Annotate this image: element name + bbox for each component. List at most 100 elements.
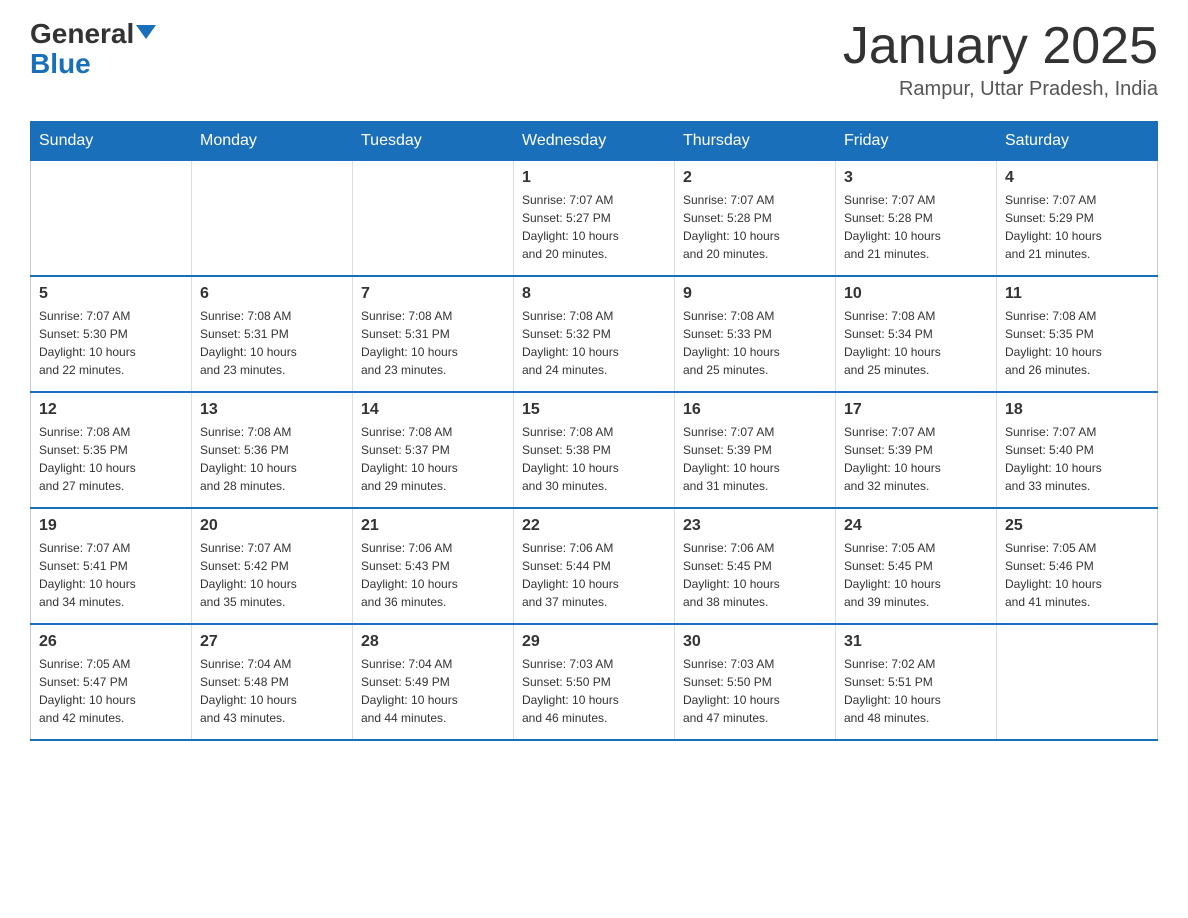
calendar-cell: 19 Sunrise: 7:07 AM Sunset: 5:41 PM Dayli… (31, 508, 192, 624)
calendar-cell: 15Sunrise: 7:08 AM Sunset: 5:38 PM Dayli… (514, 392, 675, 508)
day-number: 25 (1005, 517, 1149, 535)
day-info: Sunrise: 7:06 AM Sunset: 5:44 PM Dayligh… (522, 539, 666, 611)
day-number: 3 (844, 169, 988, 187)
day-number: 29 (522, 633, 666, 651)
day-info: Sunrise: 7:06 AM Sunset: 5:43 PM Dayligh… (361, 539, 505, 611)
day-number: 20 (200, 517, 344, 535)
day-info: Sunrise: 7:04 AM Sunset: 5:48 PM Dayligh… (200, 655, 344, 727)
day-info: Sunrise: 7:03 AM Sunset: 5:50 PM Dayligh… (683, 655, 827, 727)
calendar-header-tuesday: Tuesday (353, 122, 514, 161)
calendar-cell: 29 Sunrise: 7:03 AM Sunset: 5:50 PM Dayli… (514, 624, 675, 740)
day-info: Sunrise: 7:08 AM Sunset: 5:34 PM Dayligh… (844, 307, 988, 379)
day-number: 9 (683, 285, 827, 303)
calendar-cell: 7Sunrise: 7:08 AM Sunset: 5:31 PM Daylig… (353, 276, 514, 392)
day-info: Sunrise: 7:07 AM Sunset: 5:39 PM Dayligh… (844, 423, 988, 495)
calendar-header-wednesday: Wednesday (514, 122, 675, 161)
calendar-cell: 3 Sunrise: 7:07 AM Sunset: 5:28 PM Daylig… (836, 161, 997, 277)
calendar-header-monday: Monday (192, 122, 353, 161)
calendar-cell (31, 161, 192, 277)
logo-triangle-icon (136, 25, 156, 39)
calendar-cell: 27 Sunrise: 7:04 AM Sunset: 5:48 PM Dayli… (192, 624, 353, 740)
calendar-cell: 12 Sunrise: 7:08 AM Sunset: 5:35 PM Dayli… (31, 392, 192, 508)
calendar-cell: 23 Sunrise: 7:06 AM Sunset: 5:45 PM Dayli… (675, 508, 836, 624)
calendar-cell: 5Sunrise: 7:07 AM Sunset: 5:30 PM Daylig… (31, 276, 192, 392)
day-number: 8 (522, 285, 666, 303)
day-info: Sunrise: 7:05 AM Sunset: 5:46 PM Dayligh… (1005, 539, 1149, 611)
calendar-header-saturday: Saturday (997, 122, 1158, 161)
logo: General Blue (30, 20, 156, 78)
day-info: Sunrise: 7:06 AM Sunset: 5:45 PM Dayligh… (683, 539, 827, 611)
calendar-cell: 31Sunrise: 7:02 AM Sunset: 5:51 PM Dayli… (836, 624, 997, 740)
calendar-cell: 11 Sunrise: 7:08 AM Sunset: 5:35 PM Dayli… (997, 276, 1158, 392)
calendar-cell: 24 Sunrise: 7:05 AM Sunset: 5:45 PM Dayli… (836, 508, 997, 624)
day-number: 11 (1005, 285, 1149, 303)
location-text: Rampur, Uttar Pradesh, India (843, 78, 1158, 101)
day-info: Sunrise: 7:08 AM Sunset: 5:35 PM Dayligh… (39, 423, 183, 495)
day-number: 28 (361, 633, 505, 651)
day-info: Sunrise: 7:05 AM Sunset: 5:45 PM Dayligh… (844, 539, 988, 611)
day-number: 10 (844, 285, 988, 303)
day-info: Sunrise: 7:08 AM Sunset: 5:35 PM Dayligh… (1005, 307, 1149, 379)
calendar-cell: 8 Sunrise: 7:08 AM Sunset: 5:32 PM Daylig… (514, 276, 675, 392)
calendar-cell (353, 161, 514, 277)
day-number: 26 (39, 633, 183, 651)
calendar-cell: 9 Sunrise: 7:08 AM Sunset: 5:33 PM Daylig… (675, 276, 836, 392)
day-info: Sunrise: 7:07 AM Sunset: 5:30 PM Dayligh… (39, 307, 183, 379)
calendar-cell: 18Sunrise: 7:07 AM Sunset: 5:40 PM Dayli… (997, 392, 1158, 508)
day-info: Sunrise: 7:07 AM Sunset: 5:27 PM Dayligh… (522, 191, 666, 263)
calendar-header-sunday: Sunday (31, 122, 192, 161)
calendar-header-thursday: Thursday (675, 122, 836, 161)
day-info: Sunrise: 7:05 AM Sunset: 5:47 PM Dayligh… (39, 655, 183, 727)
day-number: 1 (522, 169, 666, 187)
calendar-cell: 25 Sunrise: 7:05 AM Sunset: 5:46 PM Dayli… (997, 508, 1158, 624)
calendar-cell: 4 Sunrise: 7:07 AM Sunset: 5:29 PM Daylig… (997, 161, 1158, 277)
calendar-cell: 6Sunrise: 7:08 AM Sunset: 5:31 PM Daylig… (192, 276, 353, 392)
calendar-cell: 20 Sunrise: 7:07 AM Sunset: 5:42 PM Dayli… (192, 508, 353, 624)
calendar-cell: 1 Sunrise: 7:07 AM Sunset: 5:27 PM Daylig… (514, 161, 675, 277)
day-info: Sunrise: 7:03 AM Sunset: 5:50 PM Dayligh… (522, 655, 666, 727)
calendar-cell: 21Sunrise: 7:06 AM Sunset: 5:43 PM Dayli… (353, 508, 514, 624)
calendar-header-friday: Friday (836, 122, 997, 161)
calendar-cell: 10 Sunrise: 7:08 AM Sunset: 5:34 PM Dayli… (836, 276, 997, 392)
day-number: 14 (361, 401, 505, 419)
title-section: January 2025 Rampur, Uttar Pradesh, Indi… (843, 20, 1158, 101)
logo-blue-text: Blue (30, 50, 91, 78)
calendar-week-3: 12 Sunrise: 7:08 AM Sunset: 5:35 PM Dayli… (31, 392, 1158, 508)
day-info: Sunrise: 7:02 AM Sunset: 5:51 PM Dayligh… (844, 655, 988, 727)
calendar-cell: 14Sunrise: 7:08 AM Sunset: 5:37 PM Dayli… (353, 392, 514, 508)
day-info: Sunrise: 7:08 AM Sunset: 5:36 PM Dayligh… (200, 423, 344, 495)
day-number: 30 (683, 633, 827, 651)
day-info: Sunrise: 7:07 AM Sunset: 5:29 PM Dayligh… (1005, 191, 1149, 263)
calendar-table: SundayMondayTuesdayWednesdayThursdayFrid… (30, 121, 1158, 741)
day-info: Sunrise: 7:08 AM Sunset: 5:32 PM Dayligh… (522, 307, 666, 379)
day-info: Sunrise: 7:07 AM Sunset: 5:42 PM Dayligh… (200, 539, 344, 611)
calendar-cell: 26 Sunrise: 7:05 AM Sunset: 5:47 PM Dayli… (31, 624, 192, 740)
calendar-week-5: 26 Sunrise: 7:05 AM Sunset: 5:47 PM Dayli… (31, 624, 1158, 740)
day-number: 23 (683, 517, 827, 535)
calendar-cell: 16Sunrise: 7:07 AM Sunset: 5:39 PM Dayli… (675, 392, 836, 508)
day-info: Sunrise: 7:07 AM Sunset: 5:41 PM Dayligh… (39, 539, 183, 611)
day-number: 24 (844, 517, 988, 535)
day-number: 17 (844, 401, 988, 419)
calendar-week-2: 5Sunrise: 7:07 AM Sunset: 5:30 PM Daylig… (31, 276, 1158, 392)
day-number: 12 (39, 401, 183, 419)
day-number: 2 (683, 169, 827, 187)
calendar-week-1: 1 Sunrise: 7:07 AM Sunset: 5:27 PM Daylig… (31, 161, 1158, 277)
day-info: Sunrise: 7:08 AM Sunset: 5:38 PM Dayligh… (522, 423, 666, 495)
day-info: Sunrise: 7:07 AM Sunset: 5:28 PM Dayligh… (844, 191, 988, 263)
day-info: Sunrise: 7:07 AM Sunset: 5:39 PM Dayligh… (683, 423, 827, 495)
day-number: 4 (1005, 169, 1149, 187)
day-info: Sunrise: 7:08 AM Sunset: 5:31 PM Dayligh… (361, 307, 505, 379)
logo-general-text: General (30, 20, 156, 48)
calendar-cell: 30 Sunrise: 7:03 AM Sunset: 5:50 PM Dayli… (675, 624, 836, 740)
calendar-cell: 22Sunrise: 7:06 AM Sunset: 5:44 PM Dayli… (514, 508, 675, 624)
calendar-cell: 13Sunrise: 7:08 AM Sunset: 5:36 PM Dayli… (192, 392, 353, 508)
calendar-cell: 17 Sunrise: 7:07 AM Sunset: 5:39 PM Dayli… (836, 392, 997, 508)
month-title: January 2025 (843, 20, 1158, 72)
day-info: Sunrise: 7:08 AM Sunset: 5:31 PM Dayligh… (200, 307, 344, 379)
day-number: 27 (200, 633, 344, 651)
day-number: 18 (1005, 401, 1149, 419)
day-number: 19 (39, 517, 183, 535)
day-info: Sunrise: 7:08 AM Sunset: 5:33 PM Dayligh… (683, 307, 827, 379)
page-header: General Blue January 2025 Rampur, Uttar … (30, 20, 1158, 101)
